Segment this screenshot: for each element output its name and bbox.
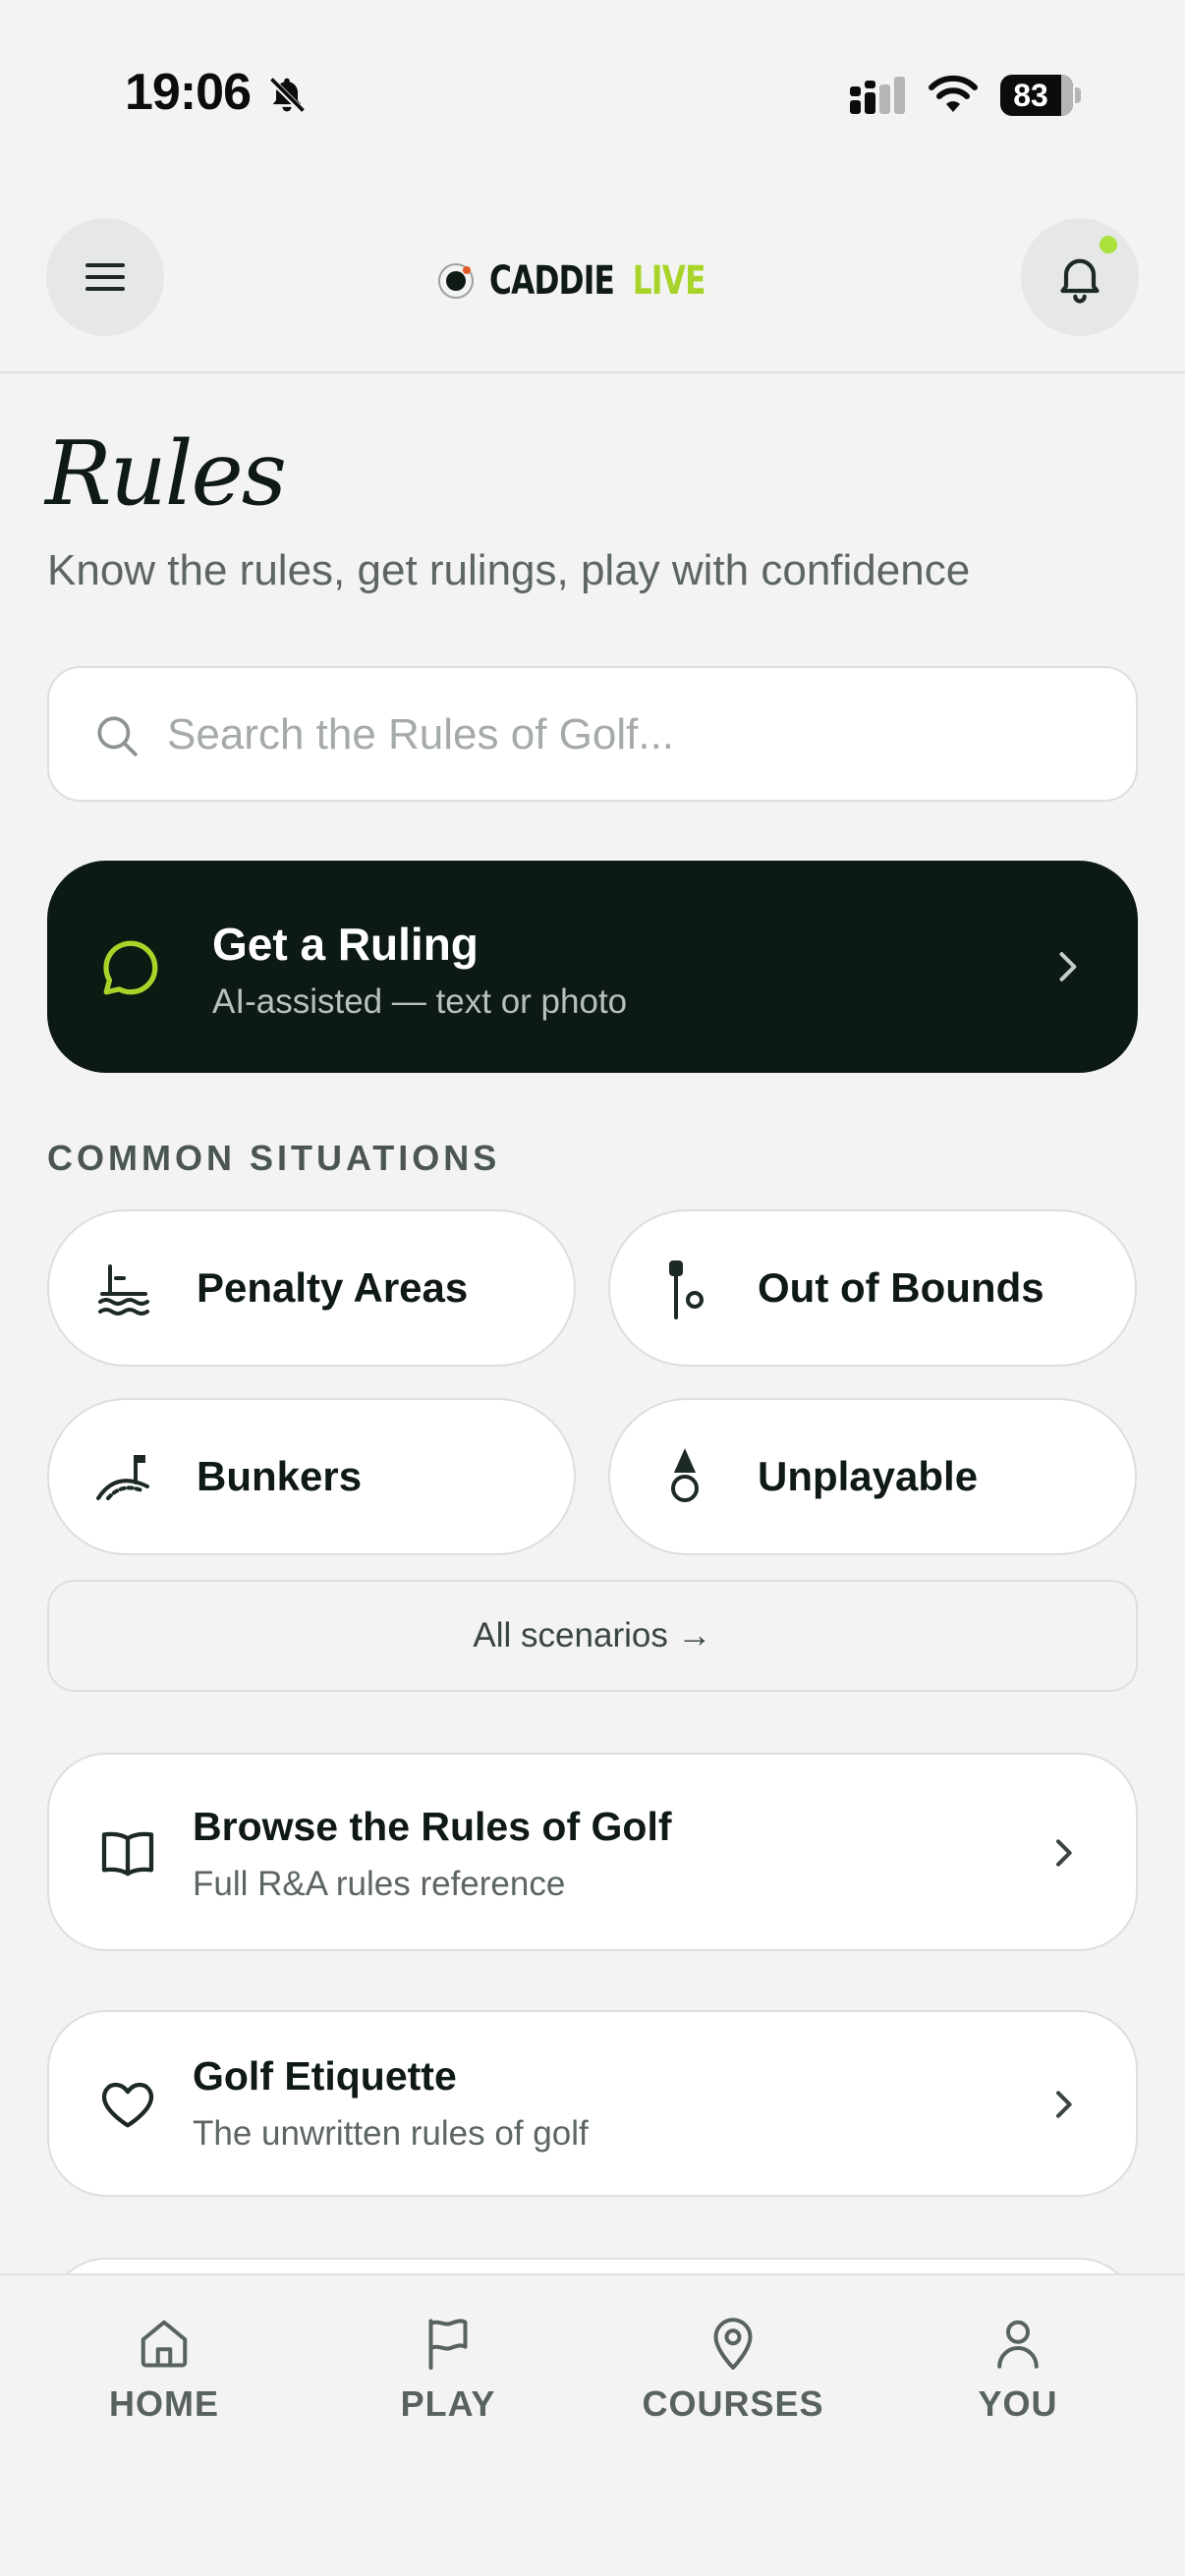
chip-label: Bunkers (197, 1453, 363, 1499)
book-icon (101, 1831, 154, 1876)
nav-item-home[interactable]: HOME (46, 2275, 282, 2472)
all-scenarios-link[interactable]: All scenarios → (47, 1580, 1138, 1692)
unplayable-icon (671, 1448, 699, 1502)
chip-label: Out of Bounds (758, 1264, 1044, 1311)
situation-chip-penalty-areas[interactable]: Penalty Areas (47, 1209, 576, 1367)
ruling-title: Get a Ruling (212, 919, 479, 970)
user-icon (997, 2320, 1039, 2369)
out-of-bounds-icon (669, 1260, 704, 1319)
card-subtitle: Full R&A rules reference (193, 1865, 566, 1903)
situation-chip-unplayable[interactable]: Unplayable (608, 1398, 1137, 1555)
logo-text-caddie: CADDIE (489, 258, 615, 304)
bottom-navigation: HOME PLAY COURSES YOU (0, 2273, 1185, 2576)
ruling-subtitle: AI-assisted — text or photo (212, 982, 628, 1021)
map-pin-icon (713, 2318, 753, 2370)
get-ruling-card[interactable]: Get a Ruling AI-assisted — text or photo (47, 861, 1138, 1073)
bunker-icon (96, 1455, 149, 1500)
wifi-icon (929, 75, 978, 112)
section-label-common-situations: COMMON SITUATIONS (47, 1138, 501, 1178)
page-title: Rules (45, 422, 287, 526)
search-box[interactable] (47, 666, 1138, 802)
golf-etiquette-card[interactable]: Golf Etiquette The unwritten rules of go… (47, 2010, 1138, 2197)
app-header: CADDIE LIVE (0, 193, 1185, 373)
notifications-button[interactable] (1021, 218, 1139, 336)
battery-level: 83 (1013, 78, 1048, 113)
chip-label: Unplayable (758, 1453, 979, 1499)
chevron-right-icon (1056, 1839, 1072, 1867)
menu-button[interactable] (46, 218, 164, 336)
card-title: Golf Etiquette (193, 2053, 457, 2099)
cellular-signal-icon (850, 77, 905, 114)
chevron-right-icon (1059, 952, 1077, 981)
page-subtitle: Know the rules, get rulings, play with c… (47, 546, 971, 594)
bell-icon (1060, 258, 1100, 304)
penalty-area-icon (98, 1264, 149, 1316)
nav-label: PLAY (400, 2383, 496, 2424)
logo-text-live: LIVE (632, 258, 706, 304)
nav-item-play[interactable]: PLAY (330, 2275, 566, 2472)
nav-item-courses[interactable]: COURSES (615, 2275, 851, 2472)
card-title: Browse the Rules of Golf (193, 1804, 672, 1849)
status-bar: 19:06 83 (0, 0, 1185, 193)
card-subtitle: The unwritten rules of golf (193, 2114, 589, 2153)
logo-mark-icon (438, 263, 474, 299)
hamburger-menu-icon (85, 263, 125, 291)
notification-badge (1100, 236, 1117, 253)
home-icon (141, 2320, 188, 2368)
nav-label: YOU (978, 2383, 1058, 2424)
chevron-right-icon (1056, 2091, 1072, 2118)
bell-off-icon (268, 77, 306, 114)
search-input[interactable] (167, 694, 1110, 776)
battery-indicator: 83 (1000, 75, 1081, 116)
browse-rules-card[interactable]: Browse the Rules of Golf Full R&A rules … (47, 1753, 1138, 1951)
search-icon (97, 716, 138, 756)
chat-bubble-icon (103, 940, 158, 995)
app-logo: CADDIE LIVE (436, 252, 766, 310)
flag-icon (428, 2319, 468, 2370)
situation-chip-bunkers[interactable]: Bunkers (47, 1398, 576, 1555)
chip-label: Penalty Areas (197, 1264, 469, 1311)
nav-item-you[interactable]: YOU (900, 2275, 1136, 2472)
situation-chip-out-of-bounds[interactable]: Out of Bounds (608, 1209, 1137, 1367)
nav-label: COURSES (642, 2383, 824, 2424)
nav-label: HOME (109, 2383, 219, 2424)
status-time: 19:06 (125, 64, 252, 121)
heart-icon (101, 2082, 154, 2128)
